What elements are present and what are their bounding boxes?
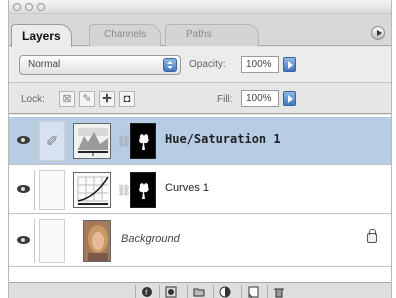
visibility-toggle[interactable]: [13, 219, 35, 263]
layer-list: ✐ ⛓ Hue/Saturation 1 ⛓ Curves 1 Backgrou…: [9, 115, 391, 282]
opacity-label: Opacity:: [189, 59, 226, 70]
layers-palette: Layers Channels Paths Normal Opacity: 10…: [8, 0, 392, 298]
hue-saturation-icon: [73, 123, 111, 159]
lock-transparency-icon[interactable]: ⊠: [59, 91, 75, 107]
layer-row-hue-saturation[interactable]: ✐ ⛓ Hue/Saturation 1: [9, 117, 391, 165]
new-layer-icon[interactable]: [241, 285, 263, 298]
layer-row-background[interactable]: Background: [9, 215, 391, 267]
eye-icon: [17, 185, 30, 193]
opacity-slider-arrow-icon[interactable]: [283, 57, 296, 72]
layer-name[interactable]: Curves 1: [165, 182, 209, 194]
layer-row-curves[interactable]: ⛓ Curves 1: [9, 166, 391, 214]
curves-icon: [73, 172, 111, 208]
blend-mode-select[interactable]: Normal: [19, 55, 181, 75]
layer-mask-thumbnail[interactable]: [130, 172, 156, 208]
fill-slider-arrow-icon[interactable]: [283, 91, 296, 106]
blend-mode-value: Normal: [28, 59, 61, 70]
palette-menu-icon[interactable]: [371, 26, 385, 40]
lock-label: Lock:: [21, 94, 45, 105]
select-stepper-icon: [163, 58, 177, 72]
layer-link-column[interactable]: ✐: [39, 121, 65, 161]
new-fill-adjustment-icon[interactable]: [213, 285, 235, 298]
visibility-toggle[interactable]: [13, 170, 35, 210]
tab-channels[interactable]: Channels: [89, 24, 162, 46]
padlock-icon: [367, 229, 377, 243]
lock-all-icon[interactable]: ◘: [119, 91, 135, 107]
visibility-toggle[interactable]: [13, 121, 35, 161]
minimize-window-button[interactable]: [25, 3, 33, 11]
add-mask-icon[interactable]: [159, 285, 181, 298]
lock-position-icon[interactable]: ✛: [99, 91, 115, 107]
zoom-window-button[interactable]: [37, 3, 45, 11]
palette-bottom-bar: f: [9, 282, 391, 298]
lock-row: Lock: ⊠ ✎ ✛ ◘ Fill: 100%: [9, 84, 391, 114]
tab-paths[interactable]: Paths: [165, 24, 259, 46]
tab-layers[interactable]: Layers: [11, 24, 72, 47]
chain-link-icon[interactable]: ⛓: [117, 184, 131, 197]
portrait-photo: [83, 220, 111, 262]
new-set-icon[interactable]: [187, 285, 209, 298]
fill-field[interactable]: 100%: [241, 90, 279, 107]
eye-icon: [17, 236, 30, 244]
paintbrush-icon: ✐: [46, 133, 59, 150]
title-bar: [9, 0, 391, 14]
chain-link-icon[interactable]: ⛓: [117, 135, 131, 148]
layer-link-column[interactable]: [39, 219, 65, 263]
layer-name[interactable]: Background: [121, 233, 180, 245]
options-row: Normal Opacity: 100%: [9, 47, 391, 83]
layer-name[interactable]: Hue/Saturation 1: [165, 132, 281, 146]
lock-image-pixels-icon[interactable]: ✎: [79, 91, 95, 107]
trash-icon[interactable]: [267, 285, 289, 298]
close-window-button[interactable]: [13, 3, 21, 11]
eye-icon: [17, 136, 30, 144]
layer-mask-thumbnail[interactable]: [130, 123, 156, 159]
opacity-field[interactable]: 100%: [241, 56, 279, 73]
layer-link-column[interactable]: [39, 170, 65, 210]
fill-label: Fill:: [217, 94, 233, 105]
tab-bar: Layers Channels Paths: [9, 14, 391, 47]
add-layer-style-icon[interactable]: f: [135, 285, 157, 298]
